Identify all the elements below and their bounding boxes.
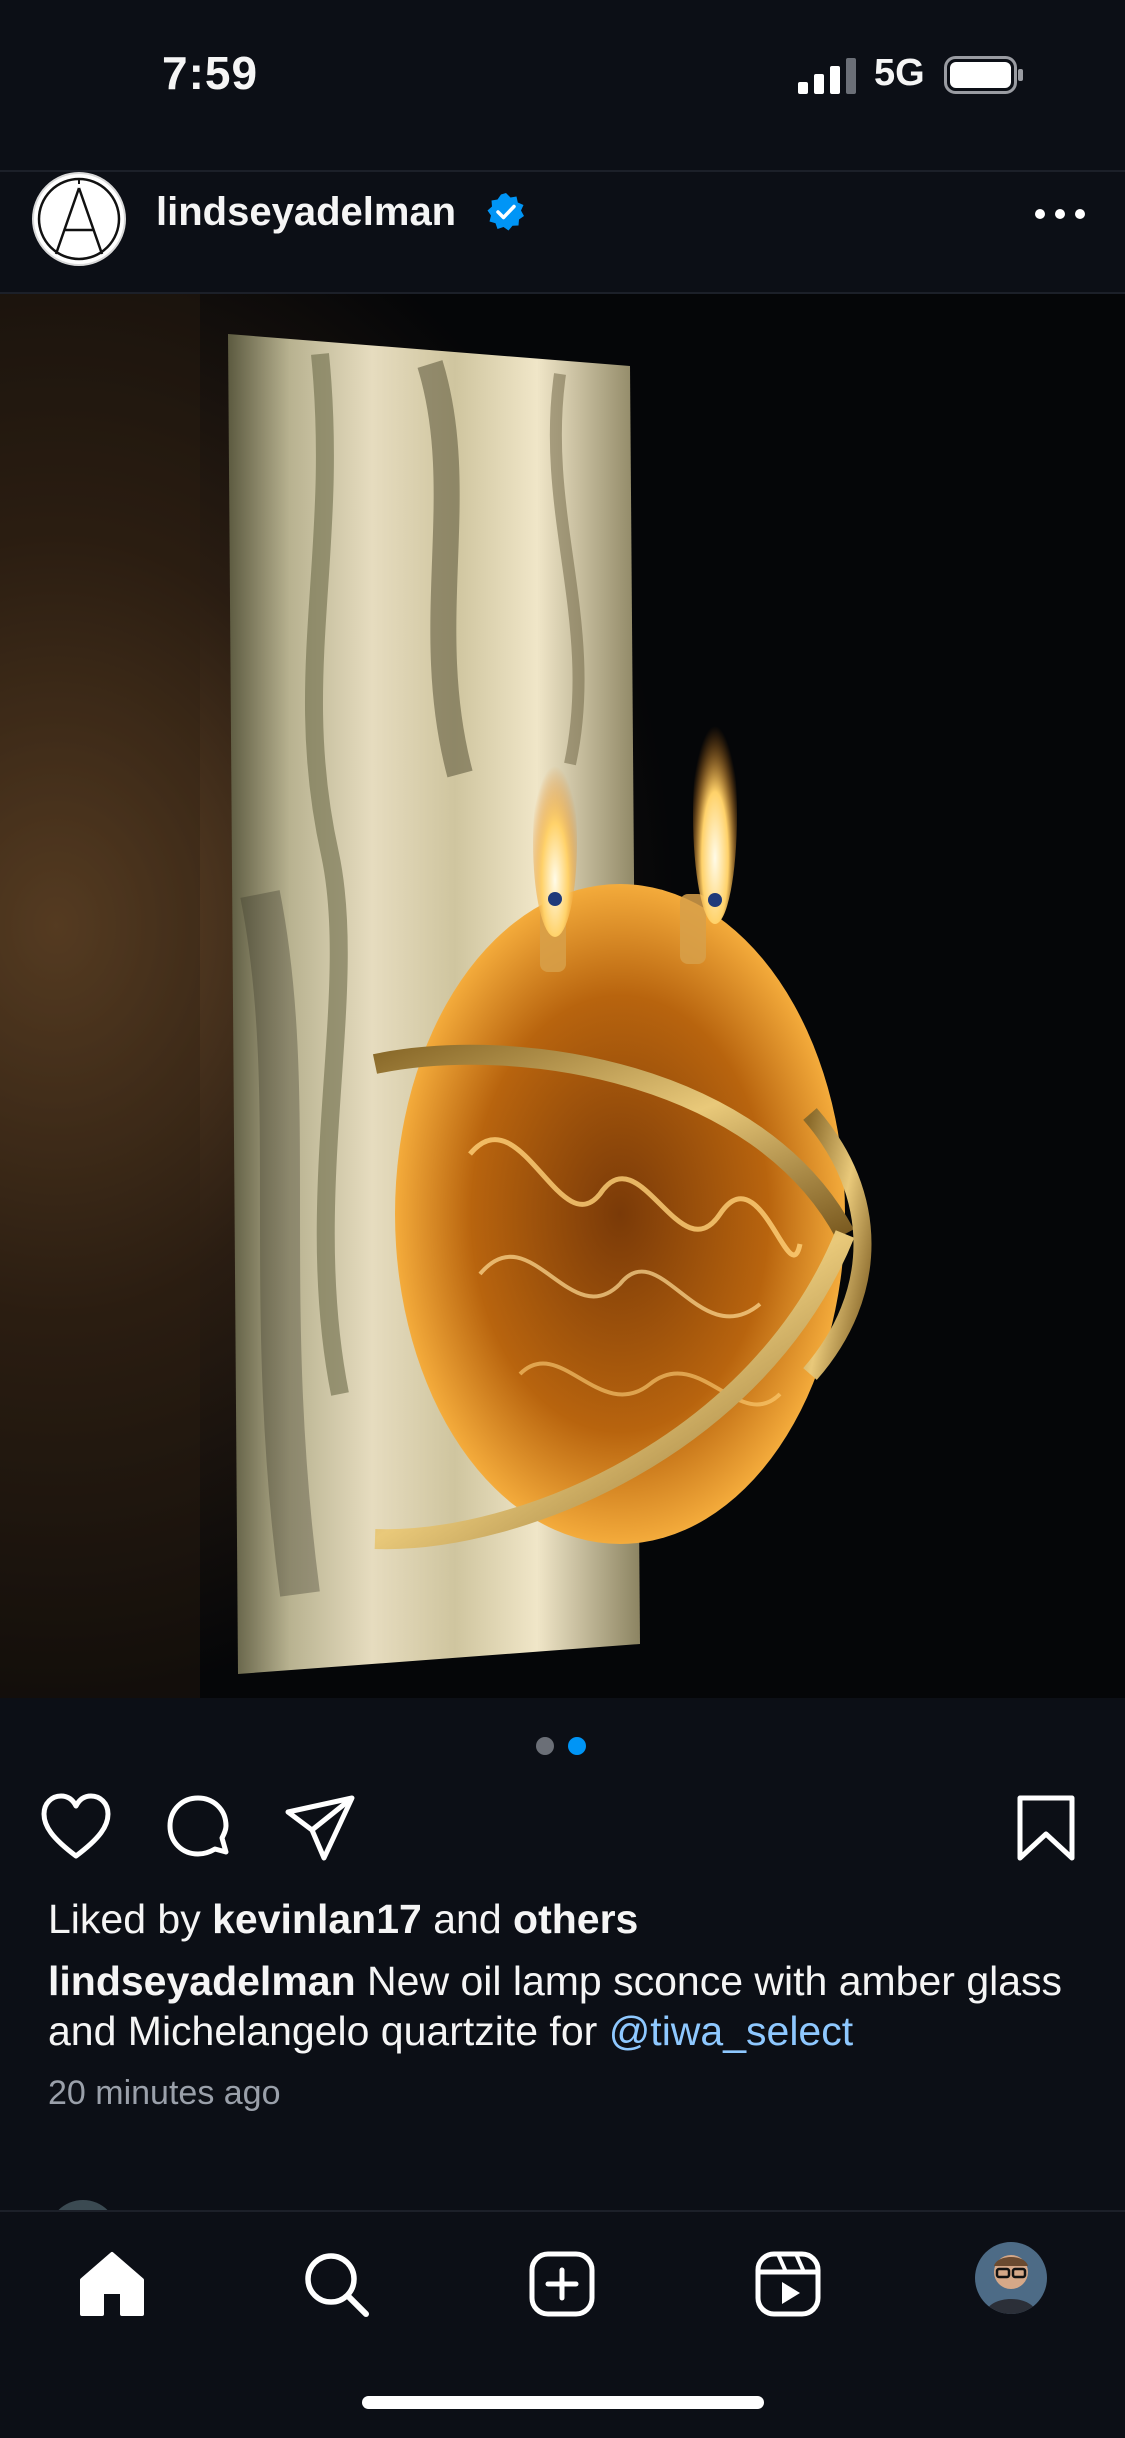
carousel-dot (536, 1737, 554, 1755)
carousel-dot-active (568, 1737, 586, 1755)
comment-icon[interactable] (160, 1790, 236, 1866)
reels-icon[interactable] (750, 2246, 826, 2322)
send-icon[interactable] (282, 1790, 358, 1866)
status-bar: 7:59 5G (0, 0, 1125, 170)
search-icon[interactable] (298, 2246, 374, 2322)
home-indicator (362, 2396, 764, 2409)
bookmark-icon[interactable] (1008, 1790, 1084, 1866)
post-header: lindseyadelman (0, 172, 1125, 292)
caption-username[interactable]: lindseyadelman (48, 1958, 356, 2004)
battery-icon (944, 56, 1023, 94)
likes-prefix: Liked by (48, 1896, 201, 1942)
liked-by-others[interactable]: others (513, 1896, 638, 1942)
liked-by-user[interactable]: kevinlan17 (212, 1896, 422, 1942)
home-icon[interactable] (74, 2246, 150, 2322)
likes-middle: and (433, 1896, 502, 1942)
status-time: 7:59 (162, 47, 259, 99)
post-caption: lindseyadelman New oil lamp sconce with … (48, 1956, 1088, 2056)
author-avatar[interactable] (32, 172, 126, 266)
post-image[interactable] (0, 294, 1125, 1698)
profile-avatar[interactable] (975, 2242, 1047, 2314)
verified-badge-icon (487, 193, 524, 231)
network-type: 5G (874, 52, 925, 94)
post-timestamp: 20 minutes ago (48, 2074, 281, 2112)
caption-mention[interactable]: @tiwa_select (609, 2008, 853, 2054)
heart-icon[interactable] (38, 1790, 114, 1866)
oil-lamp-sconce-photo (0, 294, 1125, 1698)
more-options-icon[interactable] (1026, 194, 1096, 234)
cellular-signal-icon (798, 58, 856, 94)
profile-photo-icon (975, 2242, 1047, 2314)
author-logo-icon (37, 177, 121, 261)
create-icon[interactable] (524, 2246, 600, 2322)
likes-summary[interactable]: Liked by kevinlan17 and others (48, 1896, 638, 1943)
post-username[interactable]: lindseyadelman (156, 190, 456, 235)
